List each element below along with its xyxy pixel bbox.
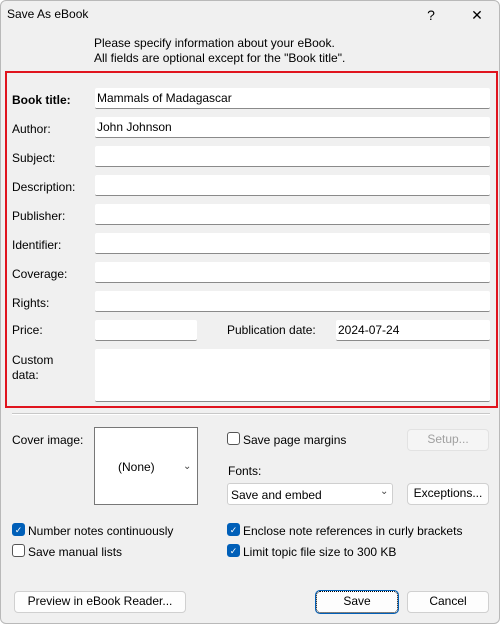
book-title-label: Book title: [12,93,71,107]
enclose-refs-checkbox[interactable]: ✓ [227,523,240,536]
custom-data-textarea[interactable] [95,349,490,402]
coverage-label: Coverage: [12,267,68,281]
rights-input[interactable] [95,291,490,312]
intro-line-1: Please specify information about your eB… [94,36,335,50]
identifier-input[interactable] [95,233,490,254]
save-button[interactable]: Save [315,590,399,614]
number-notes-checkbox[interactable]: ✓ [12,523,25,536]
intro-line-2: All fields are optional except for the "… [94,51,346,65]
publication-date-label: Publication date: [227,323,316,337]
description-label: Description: [12,180,76,194]
dialog-title: Save As eBook [7,7,89,21]
setup-button[interactable]: Setup... [407,429,489,451]
fonts-select[interactable]: Save and embed ⌄ [227,483,393,505]
fonts-value: Save and embed [231,488,322,502]
fonts-label: Fonts: [228,464,262,478]
description-input[interactable] [95,175,490,196]
preview-button[interactable]: Preview in eBook Reader... [14,591,186,613]
cover-image-value: (None) [118,460,155,474]
price-input[interactable] [95,320,197,341]
subject-label: Subject: [12,151,56,165]
price-label: Price: [12,323,43,337]
limit-size-label: Limit topic file size to 300 KB [243,545,397,559]
cancel-button[interactable]: Cancel [407,591,489,613]
chevron-down-icon: ⌄ [183,461,192,472]
author-input[interactable]: John Johnson [95,117,490,138]
publisher-label: Publisher: [12,209,66,223]
save-manual-lists-checkbox[interactable] [12,544,25,557]
chevron-down-icon: ⌄ [380,486,389,497]
custom-data-label-1: Custom [12,353,54,367]
separator [12,413,490,415]
cover-image-label: Cover image: [12,433,84,447]
close-button[interactable]: ✕ [457,3,497,27]
publication-date-input[interactable]: 2024-07-24 [336,320,490,341]
save-page-margins-label: Save page margins [243,433,347,447]
cover-image-select[interactable]: (None) ⌄ [94,427,198,505]
save-page-margins-checkbox[interactable] [227,432,240,445]
subject-input[interactable] [95,146,490,167]
rights-label: Rights: [12,296,50,310]
save-manual-lists-label: Save manual lists [28,545,123,559]
coverage-input[interactable] [95,262,490,283]
number-notes-label: Number notes continuously [28,524,174,538]
book-title-input[interactable]: Mammals of Madagascar [95,88,490,109]
identifier-label: Identifier: [12,238,62,252]
author-label: Author: [12,122,51,136]
save-as-ebook-dialog: Save As eBook ? ✕ Please specify informa… [0,0,500,624]
custom-data-label-2: data: [12,368,39,382]
limit-size-checkbox[interactable]: ✓ [227,544,240,557]
exceptions-button[interactable]: Exceptions... [407,483,489,505]
help-button[interactable]: ? [411,3,451,27]
enclose-refs-label: Enclose note references in curly bracket… [243,524,463,538]
publisher-input[interactable] [95,204,490,225]
